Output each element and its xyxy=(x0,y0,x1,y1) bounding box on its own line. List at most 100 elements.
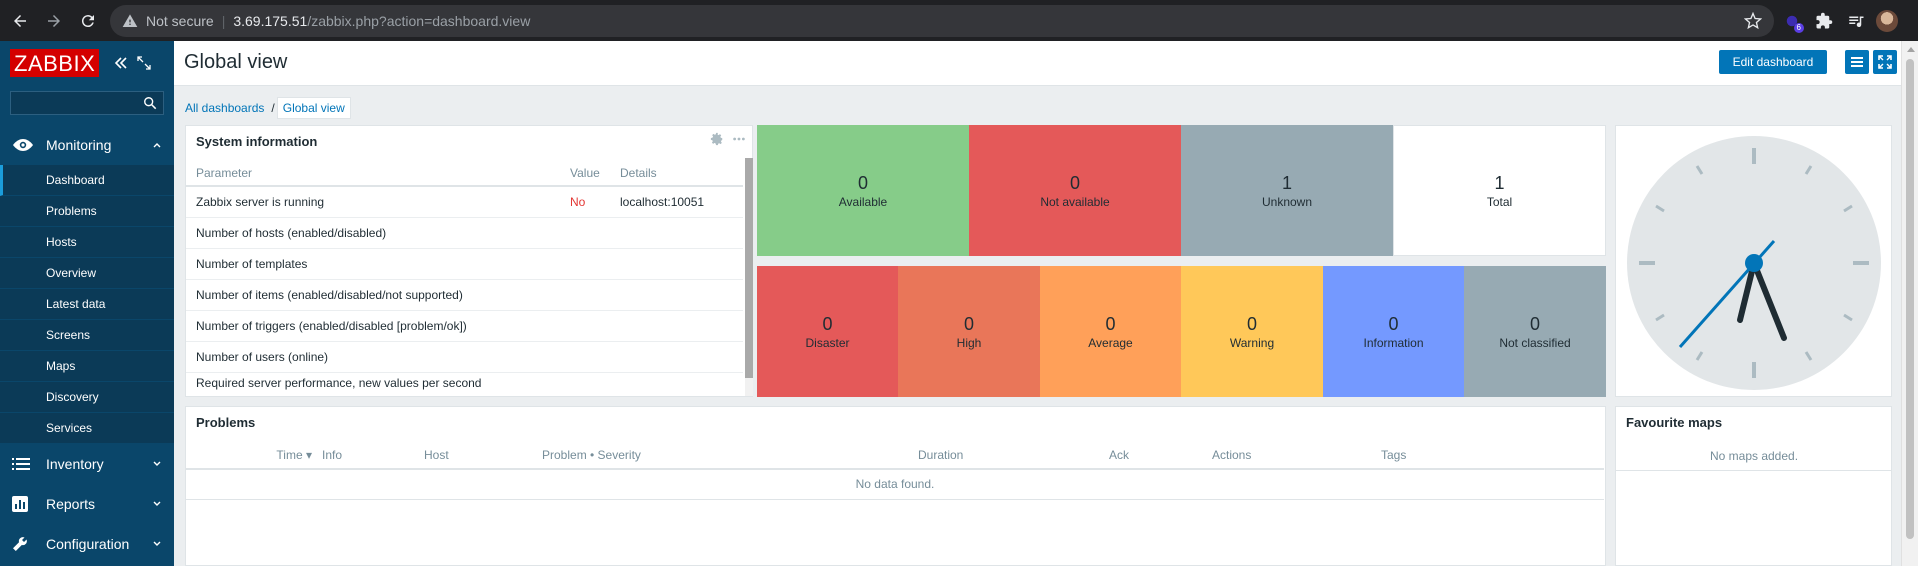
table-cell xyxy=(560,310,610,342)
gear-icon[interactable] xyxy=(710,132,724,146)
arrow-right-icon xyxy=(48,14,60,27)
severity-disaster[interactable]: 0 Disaster xyxy=(757,266,898,397)
favourite-maps-widget: Favourite maps No maps added. xyxy=(1615,406,1892,566)
clock-widget xyxy=(1615,125,1892,397)
severity-not-classified[interactable]: 0 Not classified xyxy=(1464,266,1606,397)
page-title: Global view xyxy=(184,51,288,73)
address-bar[interactable]: Not secure | 3.69.175.51 /zabbix.php?act… xyxy=(110,4,1774,37)
availability-label: Unknown xyxy=(1261,194,1313,209)
menu-monitoring[interactable]: Monitoring xyxy=(0,125,174,165)
sidebar-item-problems[interactable]: Problems xyxy=(0,196,174,227)
availability-count: 0 xyxy=(1069,172,1080,193)
problems-table: Time ▾ Info Host Problem • Severity Dura… xyxy=(186,441,1604,500)
availability-label: Total xyxy=(1486,194,1513,209)
more-options-icon[interactable] xyxy=(732,132,746,146)
widget-tools xyxy=(702,132,746,146)
menu-configuration[interactable]: Configuration xyxy=(0,524,174,564)
table-cell xyxy=(610,248,743,280)
kiosk-mode-icon[interactable] xyxy=(137,56,151,70)
scrollbar-thumb[interactable] xyxy=(1906,59,1914,539)
extension-button[interactable]: 6 xyxy=(1778,7,1806,35)
availability-total[interactable]: 1 Total xyxy=(1393,125,1606,256)
table-cell: Number of triggers (enabled/disabled [pr… xyxy=(186,310,560,342)
table-cell xyxy=(610,310,743,342)
scroll-up-arrow[interactable] xyxy=(1907,47,1915,52)
scrollbar-thumb[interactable] xyxy=(745,158,753,378)
severity-count: 0 xyxy=(1529,313,1540,334)
extensions-menu-button[interactable] xyxy=(1810,7,1838,35)
column-time[interactable]: Time ▾ xyxy=(186,441,322,470)
sidebar-item-hosts[interactable]: Hosts xyxy=(0,227,174,258)
browser-toolbar: Not secure | 3.69.175.51 /zabbix.php?act… xyxy=(0,0,1918,41)
availability-count: 1 xyxy=(1281,172,1292,193)
sidebar-item-maps[interactable]: Maps xyxy=(0,351,174,382)
sidebar: ZABBIX Monitoring Dashboard Problems Hos… xyxy=(0,41,174,566)
table-cell xyxy=(560,372,610,394)
media-queue-icon xyxy=(1849,16,1864,27)
menu-inventory-label: Inventory xyxy=(46,456,104,472)
sidebar-item-overview[interactable]: Overview xyxy=(0,258,174,289)
page-scrollbar[interactable] xyxy=(1901,41,1918,566)
table-row: Number of items (enabled/disabled/not su… xyxy=(186,279,743,311)
extension-badge: 6 xyxy=(1793,22,1804,33)
widget-title: Problems xyxy=(196,415,256,430)
column-actions: Actions xyxy=(1212,441,1381,470)
bar-chart-icon xyxy=(12,496,34,512)
breadcrumb-global-view[interactable]: Global view xyxy=(276,97,351,119)
severity-count: 0 xyxy=(822,313,833,334)
widget-scrollbar[interactable] xyxy=(745,158,753,396)
severity-high[interactable]: 0 High xyxy=(898,266,1040,397)
severity-information[interactable]: 0 Information xyxy=(1323,266,1464,397)
eye-icon xyxy=(12,137,34,153)
reload-button[interactable] xyxy=(74,7,102,35)
search-input[interactable] xyxy=(11,92,143,114)
table-cell xyxy=(560,217,610,249)
severity-label: Warning xyxy=(1229,335,1275,350)
dashboard-actions-button[interactable] xyxy=(1845,50,1869,74)
chevron-down-icon xyxy=(153,461,161,466)
zabbix-logo[interactable]: ZABBIX xyxy=(10,49,100,77)
puzzle-icon xyxy=(1816,12,1833,28)
column-details: Details xyxy=(610,160,743,187)
bookmark-star-icon[interactable] xyxy=(1744,11,1762,30)
menu-configuration-label: Configuration xyxy=(46,536,130,552)
sidebar-item-screens[interactable]: Screens xyxy=(0,320,174,351)
edit-dashboard-button[interactable]: Edit dashboard xyxy=(1719,50,1827,74)
availability-label: Available xyxy=(838,194,888,209)
fullscreen-button[interactable] xyxy=(1873,50,1897,74)
menu-inventory[interactable]: Inventory xyxy=(0,444,174,484)
sidebar-item-dashboard[interactable]: Dashboard xyxy=(0,165,174,196)
reload-icon xyxy=(81,14,94,27)
column-problem-severity: Problem • Severity xyxy=(542,441,918,470)
menu-icon xyxy=(1851,57,1863,67)
collapse-sidebar-icon[interactable] xyxy=(113,55,129,71)
back-button[interactable] xyxy=(6,7,34,35)
breadcrumb-all-dashboards[interactable]: All dashboards xyxy=(180,98,269,118)
sidebar-item-discovery[interactable]: Discovery xyxy=(0,382,174,413)
search-icon[interactable] xyxy=(143,96,157,110)
chevron-up-icon xyxy=(153,143,161,148)
availability-available[interactable]: 0 Available xyxy=(757,125,969,256)
severity-count: 0 xyxy=(1388,313,1399,334)
security-label: Not secure xyxy=(146,12,214,29)
reading-list-button[interactable] xyxy=(1842,7,1870,35)
sidebar-search xyxy=(10,91,164,115)
menu-reports[interactable]: Reports xyxy=(0,484,174,524)
severity-average[interactable]: 0 Average xyxy=(1040,266,1181,397)
availability-not-available[interactable]: 0 Not available xyxy=(969,125,1181,256)
table-header-row: Parameter Value Details xyxy=(186,160,743,187)
no-maps-message: No maps added. xyxy=(1616,441,1892,471)
column-value: Value xyxy=(560,160,610,187)
sidebar-item-services[interactable]: Services xyxy=(0,413,174,444)
host-availability-widget: 0 Available 0 Not available 1 Unknown 1 … xyxy=(757,125,1606,256)
table-cell: Required server performance, new values … xyxy=(196,376,482,391)
sidebar-item-latest-data[interactable]: Latest data xyxy=(0,289,174,320)
severity-warning[interactable]: 0 Warning xyxy=(1181,266,1323,397)
table-cell: No xyxy=(560,186,610,218)
column-info: Info xyxy=(322,441,424,470)
profile-avatar[interactable] xyxy=(1876,9,1898,32)
forward-button[interactable] xyxy=(40,7,68,35)
availability-unknown[interactable]: 1 Unknown xyxy=(1181,125,1393,256)
problems-by-severity-widget: 0 Disaster 0 High 0 Average 0 Warning 0 … xyxy=(757,266,1606,397)
analog-clock xyxy=(1627,136,1881,390)
